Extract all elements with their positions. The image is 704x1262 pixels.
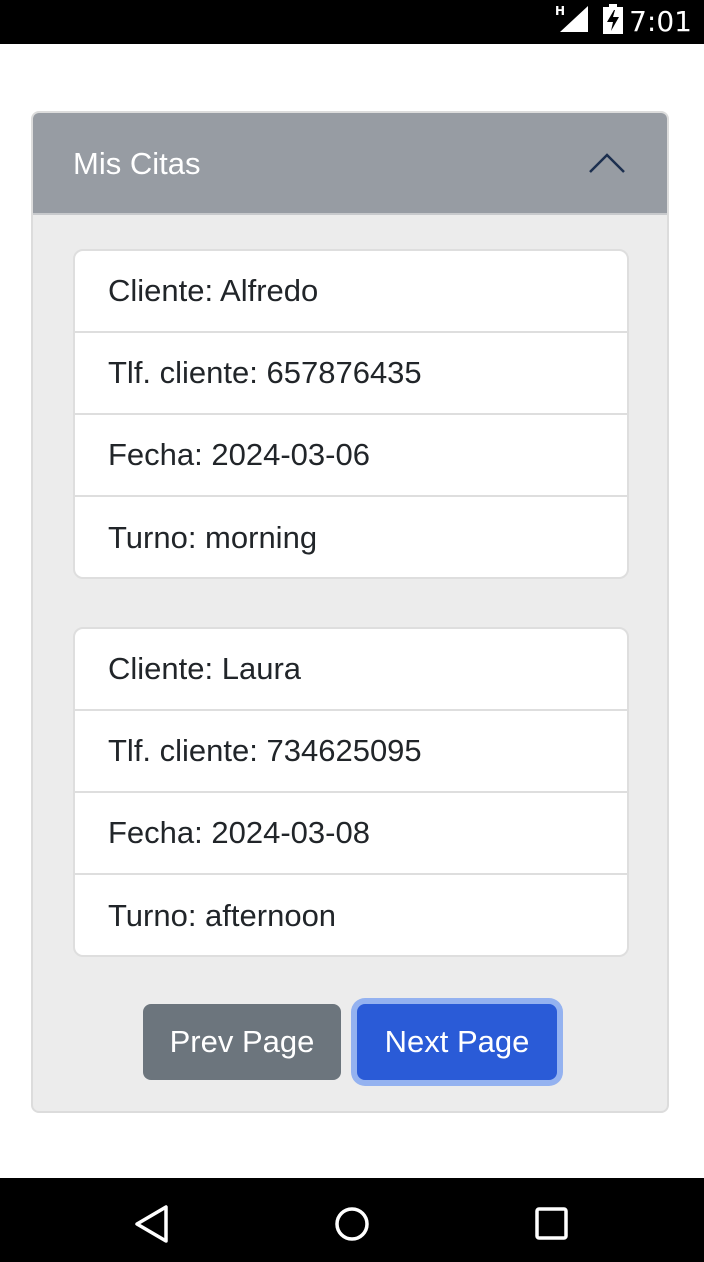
appointments-accordion: Mis Citas Cliente: Alfredo Tlf. cliente:… bbox=[31, 111, 669, 1113]
accordion-header[interactable]: Mis Citas bbox=[33, 113, 667, 215]
status-bar: H 7:01 bbox=[0, 0, 704, 44]
page-title: Mis Citas bbox=[73, 146, 201, 181]
shift-row: Turno: morning bbox=[108, 520, 318, 555]
system-nav-bar bbox=[0, 1178, 704, 1262]
phone-row: Tlf. cliente: 657876435 bbox=[75, 333, 627, 415]
client-row: Cliente: Alfredo bbox=[75, 251, 627, 333]
chevron-up-icon[interactable] bbox=[587, 149, 627, 177]
appointment-card: Cliente: Alfredo Tlf. cliente: 657876435… bbox=[73, 249, 629, 579]
appointment-card: Cliente: Laura Tlf. cliente: 734625095 F… bbox=[73, 627, 629, 957]
clock-time: 7:01 bbox=[629, 5, 692, 38]
home-icon[interactable] bbox=[332, 1204, 372, 1244]
date-row: Fecha: 2024-03-06 bbox=[75, 415, 627, 497]
phone-row: Tlf. cliente: 734625095 bbox=[75, 711, 627, 793]
client-row: Cliente: Laura bbox=[75, 629, 627, 711]
network-type-label: H bbox=[555, 4, 565, 18]
battery-charging-icon bbox=[603, 4, 623, 34]
date-row: Fecha: 2024-03-08 bbox=[75, 793, 627, 875]
back-icon[interactable] bbox=[132, 1204, 172, 1244]
shift-row: Turno: afternoon bbox=[108, 898, 337, 933]
prev-page-button[interactable]: Prev Page bbox=[143, 1004, 341, 1080]
recents-icon[interactable] bbox=[532, 1204, 572, 1244]
next-page-button[interactable]: Next Page bbox=[357, 1004, 557, 1080]
signal-icon: H bbox=[555, 4, 588, 32]
